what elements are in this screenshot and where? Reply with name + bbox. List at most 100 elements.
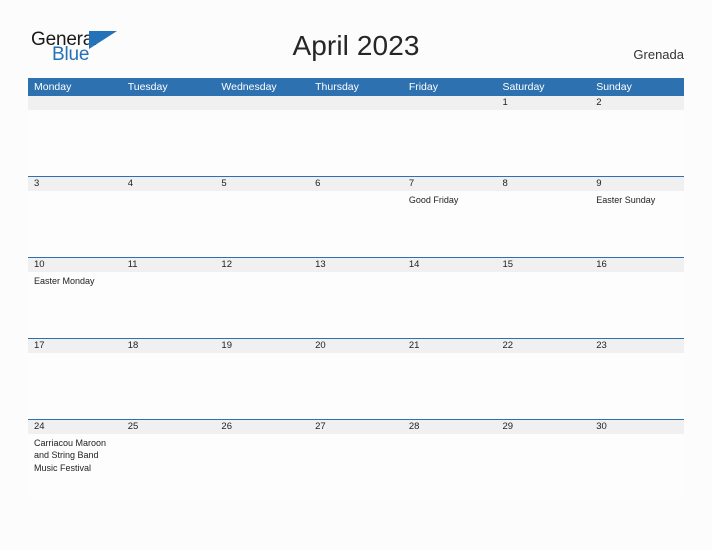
calendar-week-row: 24 25 26 27 28 29 30 Carriacou Maroon and Strin… [28,419,684,500]
weekday-header-wednesday: Wednesday [221,81,277,93]
day-number-14[interactable]: 14 [403,258,497,272]
day-number-18[interactable]: 18 [122,339,216,353]
week-event-band [28,110,684,176]
day-cell-28[interactable] [403,434,497,500]
day-number-15[interactable]: 15 [497,258,591,272]
day-cell-12[interactable] [215,272,309,338]
day-number-17[interactable]: 17 [28,339,122,353]
day-number-4[interactable]: 4 [122,177,216,191]
day-cell-11[interactable] [122,272,216,338]
day-cell-25[interactable] [122,434,216,500]
week-date-band: 17 18 19 20 21 22 23 [28,339,684,353]
day-cell-3[interactable] [28,191,122,257]
day-number-22[interactable]: 22 [497,339,591,353]
day-cell-empty [28,110,122,176]
day-number-empty [122,96,216,110]
event-label: Good Friday [408,195,459,205]
day-cell-27[interactable] [309,434,403,500]
day-cell-empty [215,110,309,176]
day-cell-10[interactable]: Easter Monday [28,272,122,338]
weekday-header-row: Monday Tuesday Wednesday Thursday Friday Satu… [28,78,684,96]
day-cell-empty [403,110,497,176]
day-cell-16[interactable] [590,272,684,338]
weekday-header-sunday: Sunday [596,81,632,93]
day-cell-9[interactable]: Easter Sunday [590,191,684,257]
day-cell-15[interactable] [497,272,591,338]
weekday-header-saturday: Saturday [502,81,545,93]
day-number-13[interactable]: 13 [309,258,403,272]
week-date-band: 12 [28,96,684,110]
calendar-week-row: 10 11 12 13 14 15 16 Easter Monday [28,257,684,338]
event-label: Easter Monday [34,276,95,286]
day-number-10[interactable]: 10 [28,258,122,272]
day-number-9[interactable]: 9 [590,177,684,191]
day-cell-1[interactable] [497,110,591,176]
calendar-week-row: 12 [28,96,684,176]
day-cell-13[interactable] [309,272,403,338]
day-number-12[interactable]: 12 [215,258,309,272]
day-cell-8[interactable] [497,191,591,257]
weekday-header-monday: Monday [34,81,72,93]
day-cell-empty [309,110,403,176]
day-cell-29[interactable] [497,434,591,500]
page-header: General Blue April 2023 Grenada [0,0,712,78]
day-cell-21[interactable] [403,353,497,419]
country-label: Grenada [633,47,684,62]
day-cell-30[interactable] [590,434,684,500]
week-date-band: 3456789 [28,177,684,191]
day-number-11[interactable]: 11 [122,258,216,272]
day-number-30[interactable]: 30 [590,420,684,434]
day-number-3[interactable]: 3 [28,177,122,191]
day-number-5[interactable]: 5 [215,177,309,191]
day-cell-7[interactable]: Good Friday [403,191,497,257]
week-date-band: 10 11 12 13 14 15 16 [28,258,684,272]
calendar-weeks: 1 2 3 4 5 6 7 8 9 Good Friday Easter Sunday 10 11 12 1… [28,96,684,500]
weekday-header-tuesday: Tuesday [127,81,168,93]
day-cell-4[interactable] [122,191,216,257]
weekday-header-thursday: Thursday [315,81,359,93]
day-number-1[interactable]: 1 [497,96,591,110]
day-number-8[interactable]: 8 [497,177,591,191]
day-number-29[interactable]: 29 [497,420,591,434]
calendar-week-row: 3 4 5 6 7 8 9 Good Friday Easter Sunday [28,176,684,257]
day-cell-5[interactable] [215,191,309,257]
day-cell-26[interactable] [215,434,309,500]
day-cell-14[interactable] [403,272,497,338]
day-cell-18[interactable] [122,353,216,419]
day-cell-19[interactable] [215,353,309,419]
day-number-empty [309,96,403,110]
day-cell-24[interactable]: Carriacou Maroon and String Band Music F… [28,434,122,500]
day-number-empty [28,96,122,110]
calendar-grid: Monday Tuesday Wednesday Thursday Friday Satu… [28,78,684,500]
day-number-20[interactable]: 20 [309,339,403,353]
page-title: April 2023 [292,30,420,61]
day-cell-2[interactable] [590,110,684,176]
day-cell-6[interactable] [309,191,403,257]
day-number-23[interactable]: 23 [590,339,684,353]
day-number-2[interactable]: 2 [590,96,684,110]
day-cell-23[interactable] [590,353,684,419]
day-number-19[interactable]: 19 [215,339,309,353]
week-event-band: Carriacou Maroon and String Band Music F… [28,434,684,500]
calendar-week-row: 17 18 19 20 21 22 23 [28,338,684,419]
day-number-6[interactable]: 6 [309,177,403,191]
day-number-24[interactable]: 24 [28,420,122,434]
day-cell-empty [122,110,216,176]
day-cell-22[interactable] [497,353,591,419]
week-date-band: 24 25 26 27 28 29 30 [28,420,684,434]
day-number-21[interactable]: 21 [403,339,497,353]
day-number-empty [215,96,309,110]
day-number-25[interactable]: 25 [122,420,216,434]
week-event-band: Good Friday Easter Sunday [28,191,684,257]
day-number-27[interactable]: 27 [309,420,403,434]
day-number-26[interactable]: 26 [215,420,309,434]
week-event-band [28,353,684,419]
day-number-28[interactable]: 28 [403,420,497,434]
day-number-16[interactable]: 16 [590,258,684,272]
week-event-band: Easter Monday [28,272,684,338]
day-cell-17[interactable] [28,353,122,419]
day-cell-20[interactable] [309,353,403,419]
day-number-7[interactable]: 7 [403,177,497,191]
day-number-empty [403,96,497,110]
event-label: Easter Sunday [596,195,656,205]
